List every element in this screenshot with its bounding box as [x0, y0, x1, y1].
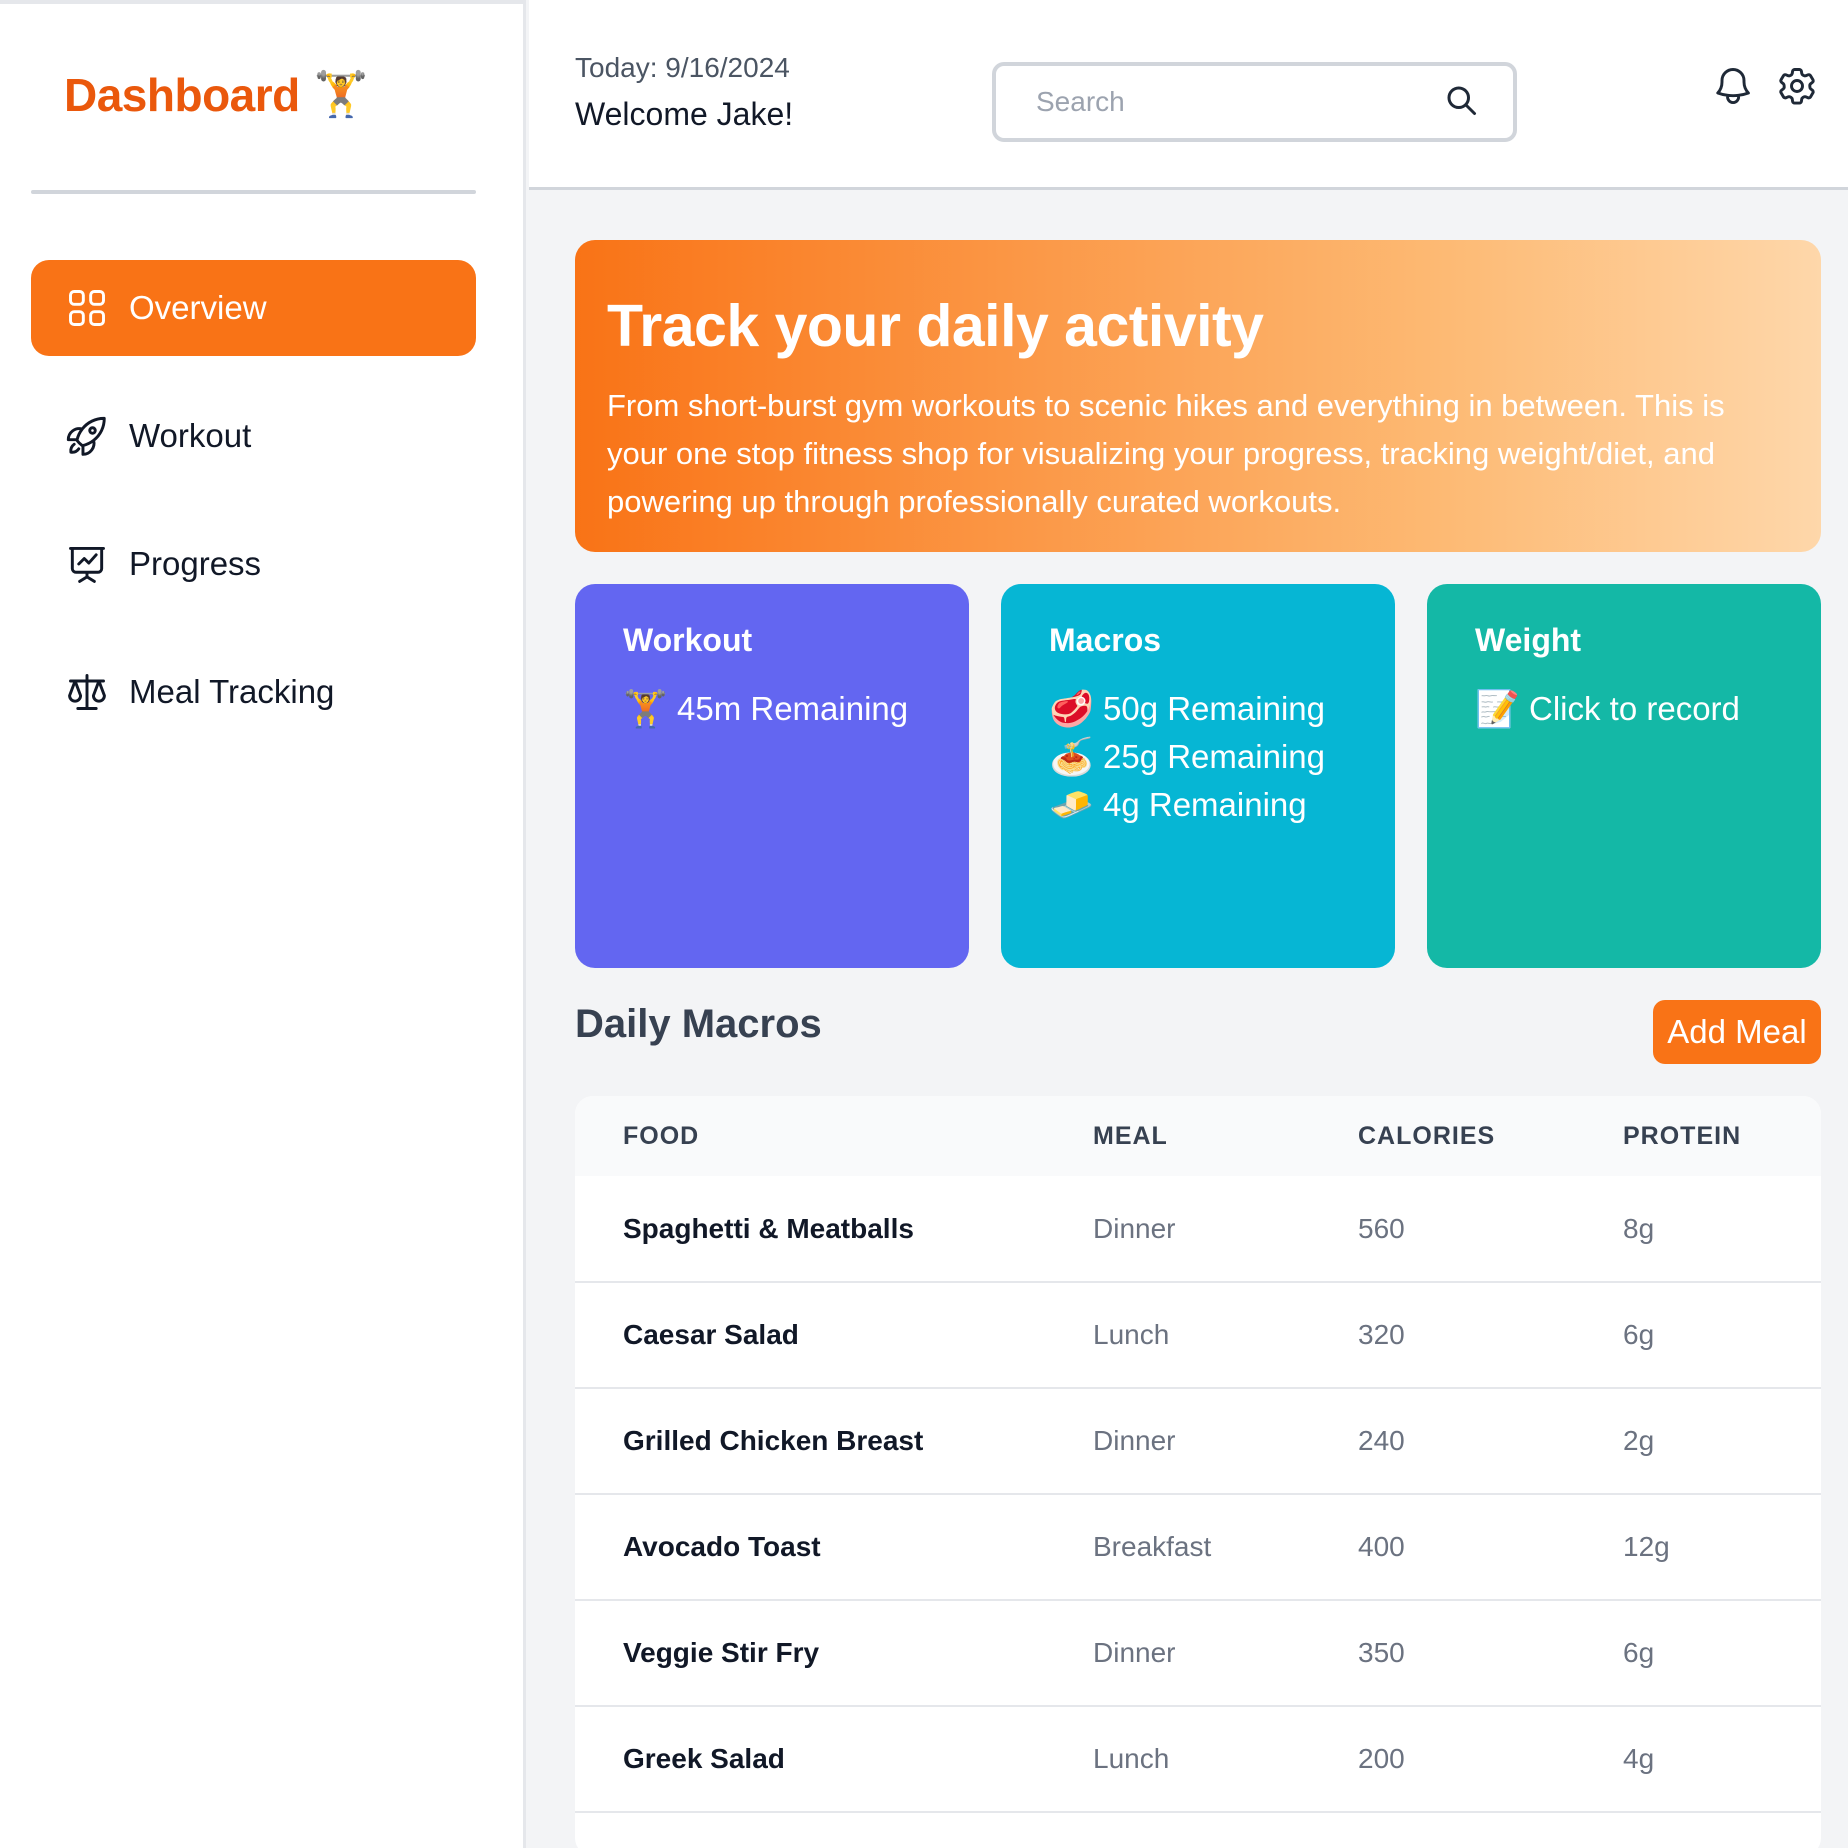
protein-cell: 6g	[1623, 1319, 1655, 1350]
card-title: Macros	[1049, 622, 1162, 658]
calories-cell: 320	[1358, 1319, 1405, 1350]
sidebar-item-overview[interactable]: Overview	[31, 260, 476, 356]
card-title: Weight	[1475, 622, 1582, 658]
table-row[interactable]: Caesar Salad Lunch 320 6g	[575, 1282, 1821, 1388]
workout-remaining-text: 45m Remaining	[677, 690, 909, 727]
carbs-remaining-text: 25g Remaining	[1103, 738, 1325, 775]
sidebar-item-label: Progress	[129, 545, 262, 582]
presentation-chart-icon	[65, 542, 109, 586]
calories-cell: 240	[1358, 1425, 1405, 1456]
header-actions	[1711, 64, 1819, 113]
table-row[interactable]: Grilled Chicken Breast Dinner 240 2g	[575, 1388, 1821, 1494]
meal-cell: Lunch	[1093, 1319, 1170, 1350]
sidebar-item-label: Meal Tracking	[129, 673, 335, 710]
weight-card[interactable]: Weight 📝 Click to record	[1427, 584, 1821, 968]
column-header-meal[interactable]: MEAL	[1093, 1096, 1358, 1176]
meal-cell: Lunch	[1093, 1743, 1170, 1774]
carbs-remaining: 🍝 25g Remaining	[1049, 733, 1347, 781]
weight-record[interactable]: 📝 Click to record	[1475, 685, 1773, 733]
hero-banner: Track your daily activity From short-bur…	[575, 240, 1821, 552]
summary-cards: Workout 🏋️ 45m Remaining Macros 🥩 50g Re…	[575, 584, 1821, 968]
column-header-calories[interactable]: CALORIES	[1358, 1096, 1623, 1176]
scale-icon	[65, 670, 109, 714]
protein-cell: 6g	[1623, 1637, 1655, 1668]
column-header-protein[interactable]: PROTEIN	[1623, 1096, 1821, 1176]
meal-cell: Breakfast	[1093, 1531, 1212, 1562]
protein-remaining-text: 50g Remaining	[1103, 690, 1325, 727]
workout-card[interactable]: Workout 🏋️ 45m Remaining	[575, 584, 969, 968]
search-icon[interactable]	[1443, 82, 1479, 123]
search-input[interactable]	[1036, 86, 1443, 118]
daily-macros-title: Daily Macros	[575, 1002, 822, 1046]
macros-card[interactable]: Macros 🥩 50g Remaining 🍝 25g Remaining 🧈…	[1001, 584, 1395, 968]
table-row[interactable]: Greek Salad Lunch 200 4g	[575, 1706, 1821, 1812]
butter-icon: 🧈	[1049, 784, 1094, 825]
food-cell: Veggie Stir Fry	[623, 1637, 820, 1668]
protein-cell: 4g	[1623, 1743, 1655, 1774]
calories-cell: 200	[1358, 1743, 1405, 1774]
card-title: Workout	[623, 622, 753, 658]
table-row[interactable]: Spaghetti & Meatballs Dinner 560 8g	[575, 1176, 1821, 1282]
calories-cell: 400	[1358, 1531, 1405, 1562]
welcome-message: Welcome Jake!	[575, 96, 794, 132]
column-header-food[interactable]: FOOD	[575, 1096, 1093, 1176]
meal-cell: Dinner	[1093, 1637, 1176, 1668]
meal-cell: Dinner	[1093, 1425, 1176, 1456]
sidebar-item-label: Overview	[129, 289, 267, 326]
table-row[interactable]: Avocado Toast Breakfast 400 12g	[575, 1494, 1821, 1600]
workout-remaining: 🏋️ 45m Remaining	[623, 685, 921, 733]
weight-record-text: Click to record	[1529, 690, 1740, 727]
food-cell: Avocado Toast	[623, 1531, 821, 1562]
bell-icon[interactable]	[1711, 64, 1755, 113]
food-cell: Caesar Salad	[623, 1319, 799, 1350]
top-header: Today: 9/16/2024 Welcome Jake!	[529, 0, 1848, 190]
gear-icon[interactable]	[1775, 64, 1819, 113]
food-cell: Greek Salad	[623, 1743, 785, 1774]
today-date: Today: 9/16/2024	[575, 52, 790, 83]
protein-cell: 12g	[1623, 1531, 1670, 1562]
protein-remaining: 🥩 50g Remaining	[1049, 685, 1347, 733]
daily-macros-table: FOOD MEAL CALORIES PROTEIN Spaghetti & M…	[575, 1096, 1821, 1848]
weightlifter-icon: 🏋️	[623, 688, 668, 729]
table-header-row: FOOD MEAL CALORIES PROTEIN	[575, 1096, 1821, 1176]
table-row[interactable]: Veggie Stir Fry Dinner 350 6g	[575, 1600, 1821, 1706]
add-meal-button[interactable]: Add Meal	[1653, 1000, 1821, 1064]
food-cell: Spaghetti & Meatballs	[623, 1212, 914, 1244]
memo-icon: 📝	[1475, 688, 1520, 729]
hero-description: From short-burst gym workouts to scenic …	[607, 388, 1725, 519]
protein-cell: 2g	[1623, 1425, 1655, 1456]
sidebar-item-meal-tracking[interactable]: Meal Tracking	[31, 644, 476, 740]
rocket-icon	[65, 414, 109, 458]
protein-cell: 8g	[1623, 1212, 1655, 1244]
food-cell: Grilled Chicken Breast	[623, 1425, 924, 1456]
sidebar-item-label: Workout	[129, 417, 252, 454]
sidebar-item-progress[interactable]: Progress	[31, 516, 476, 612]
sidebar-item-workout[interactable]: Workout	[31, 388, 476, 484]
weightlifter-icon: 🏋️	[313, 70, 369, 119]
sidebar: Dashboard 🏋️ Overview Workout Progress M…	[0, 0, 526, 1848]
calories-cell: 350	[1358, 1637, 1405, 1668]
fat-remaining-text: 4g Remaining	[1103, 786, 1307, 823]
search-box[interactable]	[992, 62, 1517, 142]
grid-icon	[65, 286, 109, 330]
spaghetti-icon: 🍝	[1049, 736, 1094, 777]
meal-cell: Dinner	[1093, 1212, 1176, 1244]
calories-cell: 560	[1358, 1212, 1405, 1244]
brand[interactable]: Dashboard 🏋️	[64, 68, 369, 122]
steak-icon: 🥩	[1049, 688, 1094, 729]
brand-title: Dashboard	[64, 69, 300, 121]
fat-remaining: 🧈 4g Remaining	[1049, 781, 1347, 829]
sidebar-divider	[31, 190, 476, 194]
hero-title: Track your daily activity	[607, 293, 1264, 359]
sidebar-nav: Overview Workout Progress Meal Tracking	[31, 260, 476, 772]
